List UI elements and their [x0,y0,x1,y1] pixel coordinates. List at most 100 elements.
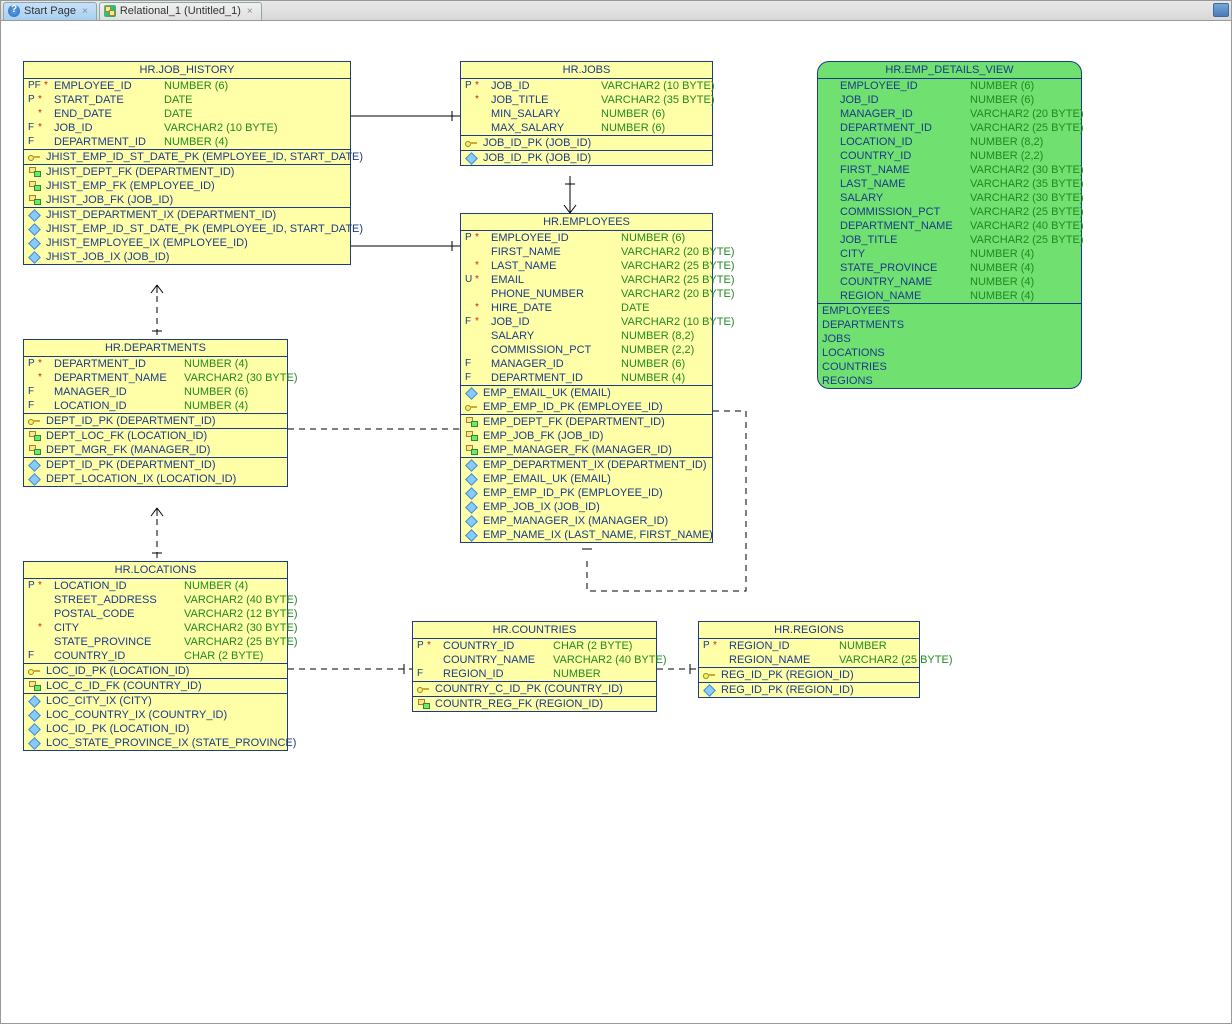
column-row[interactable]: *DEPARTMENT_NAMEVARCHAR2 (30 BYTE) [24,371,287,385]
view-ref-row[interactable]: DEPARTMENTS [818,318,1081,332]
view-ref-row[interactable]: COUNTRIES [818,360,1081,374]
entity-title[interactable]: HR.JOB_HISTORY [24,62,350,79]
entity-title[interactable]: HR.EMP_DETAILS_VIEW [818,62,1081,79]
column-row[interactable]: POSTAL_CODEVARCHAR2 (12 BYTE) [24,607,287,621]
column-row[interactable]: FCOUNTRY_IDCHAR (2 BYTE) [24,649,287,663]
column-row[interactable]: P*START_DATEDATE [24,93,350,107]
entity-jobs[interactable]: HR.JOBSP*JOB_IDVARCHAR2 (10 BYTE)*JOB_TI… [460,61,713,166]
column-row[interactable]: PHONE_NUMBERVARCHAR2 (20 BYTE) [461,287,712,301]
column-row[interactable]: *HIRE_DATEDATE [461,301,712,315]
idx-row[interactable]: EMP_JOB_IX (JOB_ID) [461,500,712,514]
entity-departments[interactable]: HR.DEPARTMENTSP*DEPARTMENT_IDNUMBER (4)*… [23,339,288,487]
column-row[interactable]: U*EMAILVARCHAR2 (25 BYTE) [461,273,712,287]
fk-row[interactable]: JHIST_DEPT_FK (DEPARTMENT_ID) [24,165,350,179]
entity-title[interactable]: HR.LOCATIONS [24,562,287,579]
column-row[interactable]: *LAST_NAMEVARCHAR2 (25 BYTE) [461,259,712,273]
column-row[interactable]: COUNTRY_NAMENUMBER (4) [818,275,1081,289]
entity-countries[interactable]: HR.COUNTRIESP*COUNTRY_IDCHAR (2 BYTE) COU… [412,621,657,712]
column-row[interactable]: SALARYNUMBER (8,2) [461,329,712,343]
idx-row[interactable]: EMP_MANAGER_IX (MANAGER_ID) [461,514,712,528]
key-row[interactable]: JHIST_EMP_ID_ST_DATE_PK (EMPLOYEE_ID, ST… [24,150,350,164]
key-row[interactable]: JOB_ID_PK (JOB_ID) [461,136,712,150]
entity-title[interactable]: HR.REGIONS [699,622,919,639]
idx-row[interactable]: EMP_NAME_IX (LAST_NAME, FIRST_NAME) [461,528,712,542]
key-row[interactable]: EMP_EMP_ID_PK (EMPLOYEE_ID) [461,400,712,414]
idx-row[interactable]: JHIST_JOB_IX (JOB_ID) [24,250,350,264]
column-row[interactable]: *CITYVARCHAR2 (30 BYTE) [24,621,287,635]
idx-row[interactable]: EMP_EMP_ID_PK (EMPLOYEE_ID) [461,486,712,500]
idx-row[interactable]: EMP_DEPARTMENT_IX (DEPARTMENT_ID) [461,458,712,472]
column-row[interactable]: LAST_NAMEVARCHAR2 (35 BYTE) [818,177,1081,191]
column-row[interactable]: P*EMPLOYEE_IDNUMBER (6) [461,231,712,245]
column-row[interactable]: FDEPARTMENT_IDNUMBER (4) [24,135,350,149]
column-row[interactable]: FMANAGER_IDNUMBER (6) [24,385,287,399]
column-row[interactable]: P*DEPARTMENT_IDNUMBER (4) [24,357,287,371]
column-row[interactable]: EMPLOYEE_IDNUMBER (6) [818,79,1081,93]
view-ref-row[interactable]: EMPLOYEES [818,304,1081,318]
column-row[interactable]: JOB_TITLEVARCHAR2 (25 BYTE) [818,233,1081,247]
idx-row[interactable]: DEPT_LOCATION_IX (LOCATION_ID) [24,472,287,486]
column-row[interactable]: COUNTRY_IDNUMBER (2,2) [818,149,1081,163]
fk-row[interactable]: COUNTR_REG_FK (REGION_ID) [413,697,656,711]
column-row[interactable]: FMANAGER_IDNUMBER (6) [461,357,712,371]
entity-title[interactable]: HR.COUNTRIES [413,622,656,639]
column-row[interactable]: JOB_IDNUMBER (6) [818,93,1081,107]
idx-row[interactable]: EMP_EMAIL_UK (EMAIL) [461,386,712,400]
idx-row[interactable]: DEPT_ID_PK (DEPARTMENT_ID) [24,458,287,472]
key-row[interactable]: DEPT_ID_PK (DEPARTMENT_ID) [24,414,287,428]
column-row[interactable]: STATE_PROVINCEVARCHAR2 (25 BYTE) [24,635,287,649]
column-row[interactable]: MANAGER_IDVARCHAR2 (20 BYTE) [818,107,1081,121]
idx-row[interactable]: LOC_COUNTRY_IX (COUNTRY_ID) [24,708,287,722]
column-row[interactable]: FIRST_NAMEVARCHAR2 (30 BYTE) [818,163,1081,177]
idx-row[interactable]: LOC_STATE_PROVINCE_IX (STATE_PROVINCE) [24,736,287,750]
entity-job_history[interactable]: HR.JOB_HISTORYPF*EMPLOYEE_IDNUMBER (6)P*… [23,61,351,265]
view-ref-row[interactable]: LOCATIONS [818,346,1081,360]
column-row[interactable]: FLOCATION_IDNUMBER (4) [24,399,287,413]
fk-row[interactable]: JHIST_EMP_FK (EMPLOYEE_ID) [24,179,350,193]
column-row[interactable]: REGION_NAMEVARCHAR2 (25 BYTE) [699,653,919,667]
column-row[interactable]: P*REGION_IDNUMBER [699,639,919,653]
entity-locations[interactable]: HR.LOCATIONSP*LOCATION_IDNUMBER (4)STREE… [23,561,288,751]
close-icon[interactable]: × [82,6,88,17]
view-ref-row[interactable]: JOBS [818,332,1081,346]
key-row[interactable]: REG_ID_PK (REGION_ID) [699,668,919,682]
column-row[interactable]: PF*EMPLOYEE_IDNUMBER (6) [24,79,350,93]
column-row[interactable]: REGION_NAMENUMBER (4) [818,289,1081,303]
fk-row[interactable]: DEPT_LOC_FK (LOCATION_ID) [24,429,287,443]
column-row[interactable]: DEPARTMENT_IDVARCHAR2 (25 BYTE) [818,121,1081,135]
diagram-canvas[interactable]: HR.JOB_HISTORYPF*EMPLOYEE_IDNUMBER (6)P*… [1,21,1231,1023]
column-row[interactable]: SALARYVARCHAR2 (30 BYTE) [818,191,1081,205]
column-row[interactable]: LOCATION_IDNUMBER (8,2) [818,135,1081,149]
column-row[interactable]: CITYNUMBER (4) [818,247,1081,261]
tab-relational[interactable]: Relational_1 (Untitled_1) × [99,2,262,20]
entity-title[interactable]: HR.JOBS [461,62,712,79]
column-row[interactable]: *END_DATEDATE [24,107,350,121]
entity-employees[interactable]: HR.EMPLOYEESP*EMPLOYEE_IDNUMBER (6)FIRST… [460,213,713,543]
idx-row[interactable]: LOC_ID_PK (LOCATION_ID) [24,722,287,736]
fk-row[interactable]: LOC_C_ID_FK (COUNTRY_ID) [24,679,287,693]
column-row[interactable]: FREGION_IDNUMBER [413,667,656,681]
tab-overflow-button[interactable] [1213,3,1229,17]
entity-emp_details_view[interactable]: HR.EMP_DETAILS_VIEWEMPLOYEE_IDNUMBER (6)… [817,61,1082,389]
column-row[interactable]: FIRST_NAMEVARCHAR2 (20 BYTE) [461,245,712,259]
fk-row[interactable]: DEPT_MGR_FK (MANAGER_ID) [24,443,287,457]
column-row[interactable]: STREET_ADDRESSVARCHAR2 (40 BYTE) [24,593,287,607]
column-row[interactable]: F*JOB_IDVARCHAR2 (10 BYTE) [24,121,350,135]
idx-row[interactable]: JOB_ID_PK (JOB_ID) [461,151,712,165]
entity-title[interactable]: HR.EMPLOYEES [461,214,712,231]
column-row[interactable]: MAX_SALARYNUMBER (6) [461,121,712,135]
column-row[interactable]: P*COUNTRY_IDCHAR (2 BYTE) [413,639,656,653]
entity-regions[interactable]: HR.REGIONSP*REGION_IDNUMBERREGION_NAMEVA… [698,621,920,698]
column-row[interactable]: COMMISSION_PCTVARCHAR2 (25 BYTE) [818,205,1081,219]
column-row[interactable]: F*JOB_IDVARCHAR2 (10 BYTE) [461,315,712,329]
idx-row[interactable]: JHIST_DEPARTMENT_IX (DEPARTMENT_ID) [24,208,350,222]
entity-title[interactable]: HR.DEPARTMENTS [24,340,287,357]
idx-row[interactable]: EMP_EMAIL_UK (EMAIL) [461,472,712,486]
column-row[interactable]: P*LOCATION_IDNUMBER (4) [24,579,287,593]
column-row[interactable]: DEPARTMENT_NAMEVARCHAR2 (40 BYTE) [818,219,1081,233]
key-row[interactable]: COUNTRY_C_ID_PK (COUNTRY_ID) [413,682,656,696]
fk-row[interactable]: EMP_MANAGER_FK (MANAGER_ID) [461,443,712,457]
idx-row[interactable]: LOC_CITY_IX (CITY) [24,694,287,708]
column-row[interactable]: *JOB_TITLEVARCHAR2 (35 BYTE) [461,93,712,107]
close-icon[interactable]: × [247,6,253,17]
